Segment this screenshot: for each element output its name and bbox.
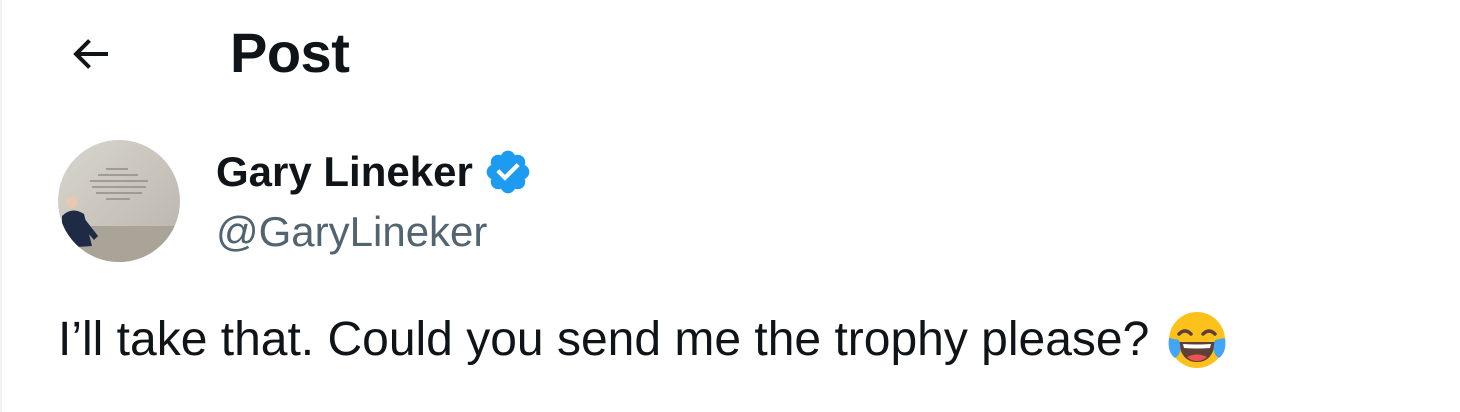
- face-with-tears-of-joy-emoji: [1149, 308, 1229, 372]
- page-title: Post: [230, 21, 350, 84]
- page-header: Post: [2, 0, 1460, 106]
- post-page: Post Gary Lineker @GaryLineker I’ll take…: [0, 0, 1460, 412]
- avatar[interactable]: [58, 140, 180, 262]
- user-handle[interactable]: @GaryLineker: [216, 206, 487, 258]
- display-name[interactable]: Gary Lineker: [216, 146, 473, 198]
- arrow-left-icon: [66, 30, 114, 78]
- verified-badge-icon: [473, 147, 533, 197]
- post-body: I’ll take that. Could you send me the tr…: [58, 308, 1229, 372]
- display-name-row: Gary Lineker: [216, 146, 533, 198]
- back-button[interactable]: [58, 22, 122, 86]
- post-text: I’ll take that. Could you send me the tr…: [58, 313, 1150, 366]
